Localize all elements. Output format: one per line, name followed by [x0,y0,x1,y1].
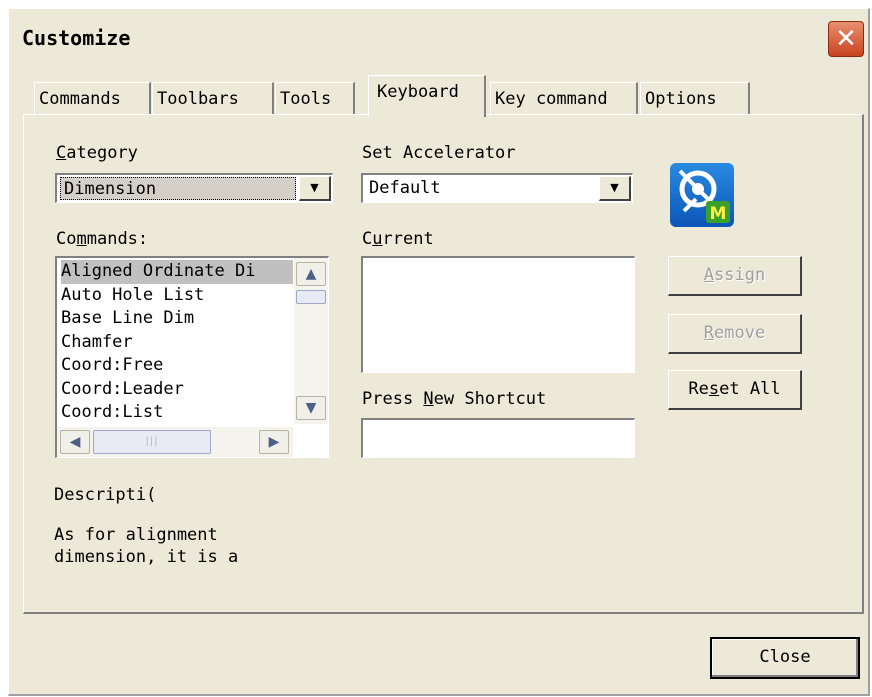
tab-key-command[interactable]: Key command [490,82,638,115]
tab-commands[interactable]: Commands [34,82,151,115]
tab-options[interactable]: Options [640,82,750,115]
close-button[interactable]: Close [710,637,860,679]
keyboard-panel [23,114,864,614]
close-icon[interactable]: ✕ [828,21,864,57]
title-bar: Customize ✕ [9,9,868,67]
tab-keyboard[interactable]: Keyboard [368,75,486,117]
tab-toolbars[interactable]: Toolbars [152,82,274,115]
dialog-title: Customize [22,26,131,50]
tab-tools[interactable]: Tools [275,82,355,115]
